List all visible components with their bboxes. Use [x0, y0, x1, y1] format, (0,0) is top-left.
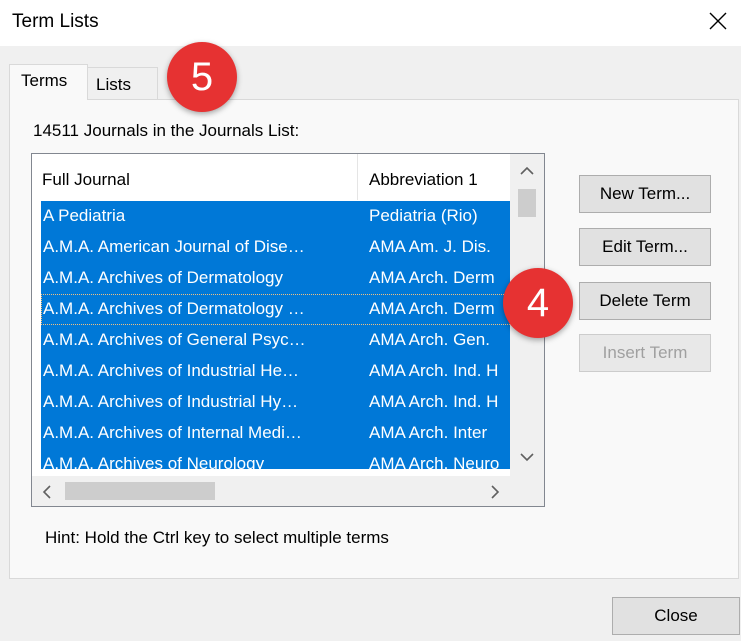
scroll-up-icon[interactable]: [520, 166, 534, 176]
window-close-button[interactable]: [695, 0, 741, 46]
table-row[interactable]: A.M.A. Archives of Dermatology … AMA Arc…: [41, 294, 510, 325]
close-button[interactable]: Close: [612, 597, 740, 635]
scrollbar-corner: [510, 476, 544, 506]
title-bar: Term Lists: [0, 0, 741, 46]
table-row[interactable]: A.M.A. Archives of Internal Medi… AMA Ar…: [41, 418, 510, 449]
window-title: Term Lists: [12, 11, 99, 32]
tab-terms[interactable]: Terms: [9, 64, 88, 100]
horizontal-scrollbar[interactable]: [32, 476, 510, 506]
table-row[interactable]: A.M.A. American Journal of Dise… AMA Am.…: [41, 232, 510, 263]
cell-full-journal: A.M.A. American Journal of Dise…: [43, 237, 305, 256]
cell-abbreviation: AMA Arch. Gen.: [369, 330, 490, 349]
journal-list[interactable]: Full Journal Abbreviation 1 A Pediatria …: [31, 153, 545, 507]
table-row[interactable]: A.M.A. Archives of General Psyc… AMA Arc…: [41, 325, 510, 356]
cell-full-journal: A.M.A. Archives of Dermatology: [43, 268, 283, 287]
annotation-badge-delete: 4: [503, 268, 573, 338]
cell-full-journal: A Pediatria: [43, 206, 126, 225]
cell-abbreviation: AMA Arch. Ind. H: [369, 392, 499, 411]
cell-full-journal: A.M.A. Archives of Neurology: [43, 454, 265, 469]
cell-abbreviation: AMA Am. J. Dis.: [369, 237, 491, 256]
table-row[interactable]: A.M.A. Archives of Industrial Hy… AMA Ar…: [41, 387, 510, 418]
cell-abbreviation: AMA Arch. Derm: [369, 268, 495, 287]
delete-term-button[interactable]: Delete Term: [579, 282, 711, 320]
table-row[interactable]: A.M.A. Archives of Industrial He… AMA Ar…: [41, 356, 510, 387]
cell-full-journal: A.M.A. Archives of Industrial He…: [43, 361, 300, 380]
annotation-badge-tabs: 5: [167, 42, 237, 112]
cell-full-journal: A.M.A. Archives of General Psyc…: [43, 330, 306, 349]
cell-abbreviation: AMA Arch. Inter: [369, 423, 488, 442]
table-row[interactable]: A.M.A. Archives of Neurology AMA Arch. N…: [41, 449, 510, 469]
cell-abbreviation: Pediatria (Rio): [369, 206, 478, 225]
edit-term-button[interactable]: Edit Term...: [579, 228, 711, 266]
scroll-left-icon[interactable]: [42, 485, 52, 499]
insert-term-button[interactable]: Insert Term: [579, 334, 711, 372]
new-term-button[interactable]: New Term...: [579, 175, 711, 213]
tab-lists[interactable]: Lists: [88, 67, 158, 99]
close-icon: [709, 12, 727, 30]
cell-full-journal: A.M.A. Archives of Internal Medi…: [43, 423, 302, 442]
journal-rows: A Pediatria Pediatria (Rio) A.M.A. Ameri…: [41, 201, 510, 469]
scroll-down-icon[interactable]: [520, 452, 534, 462]
horizontal-scroll-thumb[interactable]: [65, 482, 215, 500]
table-row[interactable]: A Pediatria Pediatria (Rio): [41, 201, 510, 232]
cell-full-journal: A.M.A. Archives of Industrial Hy…: [43, 392, 299, 411]
cell-full-journal: A.M.A. Archives of Dermatology …: [43, 299, 305, 318]
vertical-scroll-thumb[interactable]: [518, 189, 536, 217]
cell-abbreviation: AMA Arch. Ind. H: [369, 361, 499, 380]
multi-select-hint: Hint: Hold the Ctrl key to select multip…: [45, 528, 389, 547]
scroll-right-icon[interactable]: [490, 485, 500, 499]
column-header-abbreviation[interactable]: Abbreviation 1: [358, 154, 510, 200]
cell-abbreviation: AMA Arch. Derm: [369, 299, 495, 318]
column-header-full-journal[interactable]: Full Journal: [32, 154, 358, 200]
journal-count-label: 14511 Journals in the Journals List:: [33, 121, 300, 140]
cell-abbreviation: AMA Arch. Neuro: [369, 454, 500, 469]
table-row[interactable]: A.M.A. Archives of Dermatology AMA Arch.…: [41, 263, 510, 294]
